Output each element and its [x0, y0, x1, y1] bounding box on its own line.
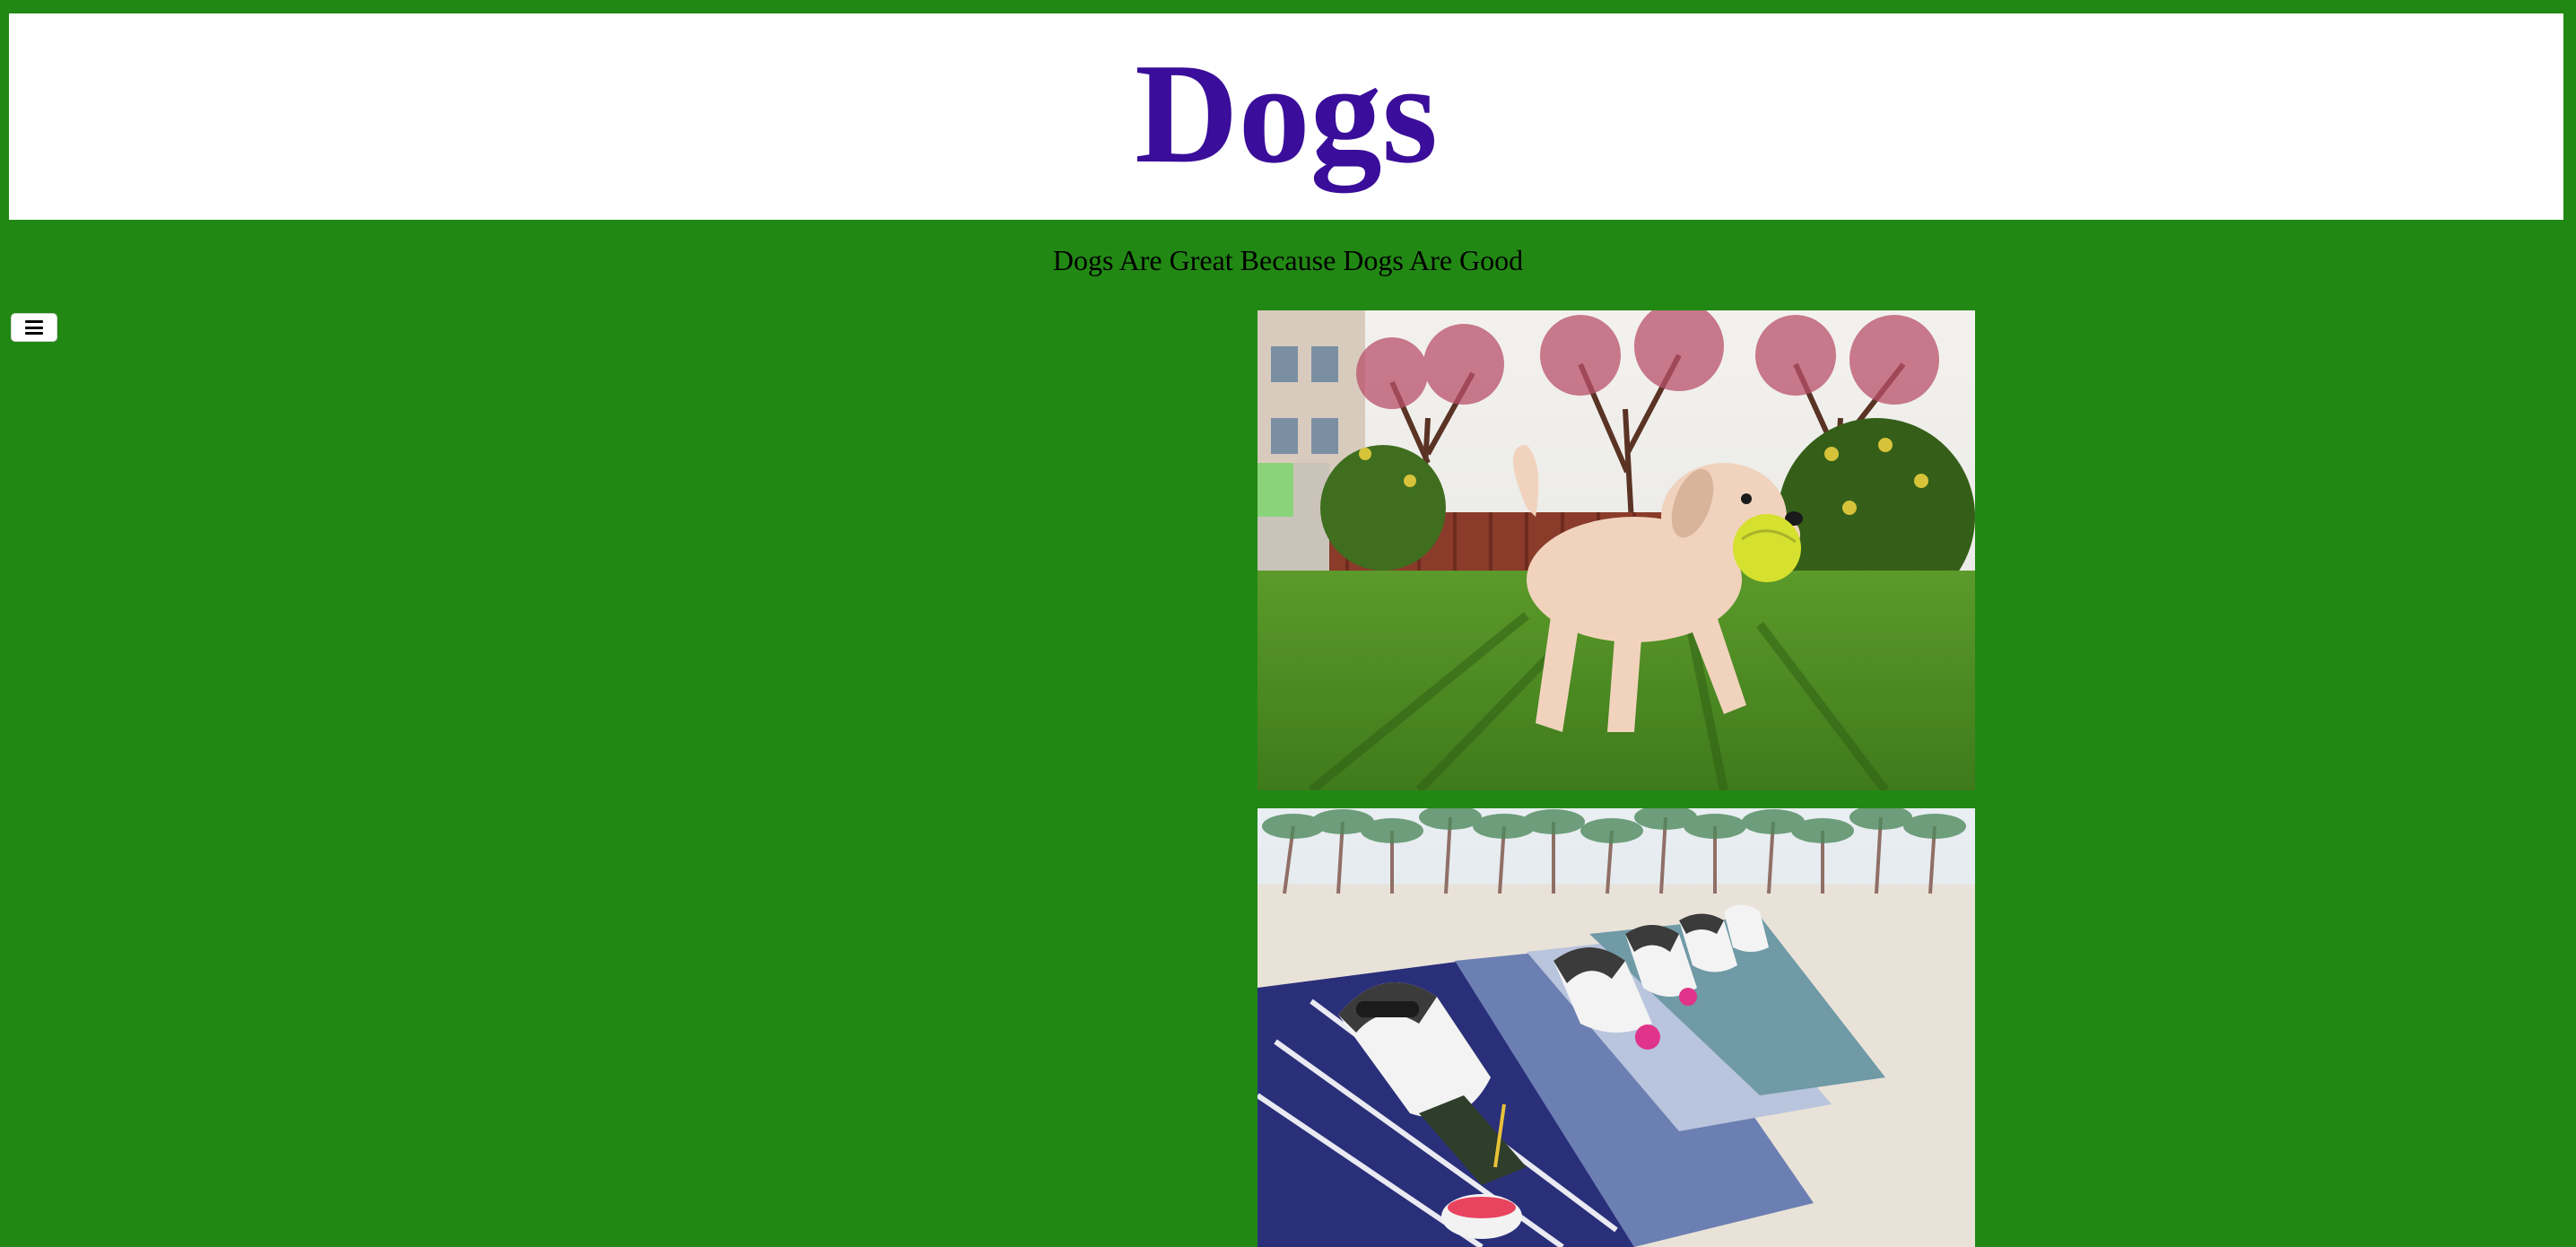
hamburger-menu-icon [25, 320, 43, 335]
dog-running-with-ball-photo [1258, 310, 1975, 790]
site-title: Dogs [1135, 33, 1438, 193]
menu-toggle-button[interactable] [11, 313, 57, 342]
huskies-on-beach-loungers-photo [1258, 808, 1975, 1247]
site-header: Dogs [9, 13, 2563, 220]
site-tagline: Dogs Are Great Because Dogs Are Good [1052, 244, 1524, 276]
